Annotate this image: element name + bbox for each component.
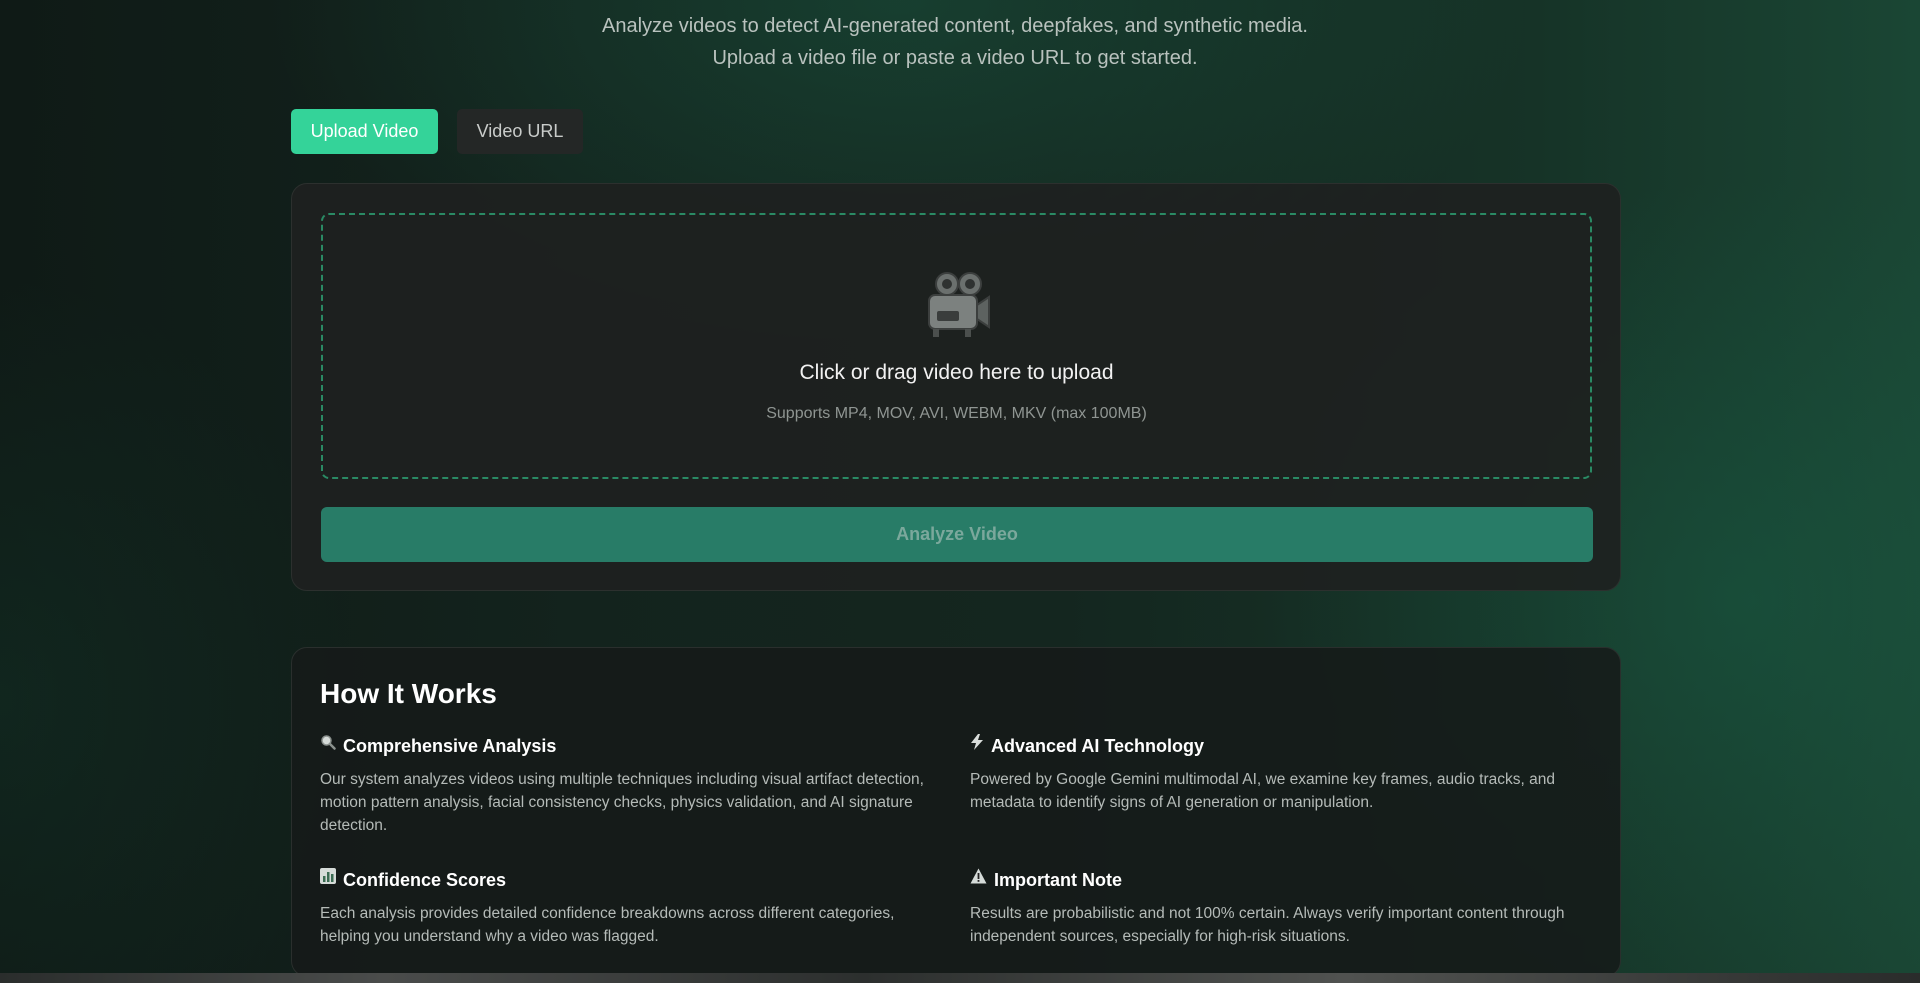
lightning-icon bbox=[970, 734, 984, 758]
magnifier-icon bbox=[320, 734, 336, 758]
feature-title: Comprehensive Analysis bbox=[343, 736, 557, 756]
feature-description: Our system analyzes videos using multipl… bbox=[320, 771, 924, 834]
subtitle-line-1: Analyze videos to detect AI-generated co… bbox=[601, 15, 1308, 37]
upload-card: Click or drag video here to upload Suppo… bbox=[291, 183, 1621, 591]
tab-upload-video[interactable]: Upload Video bbox=[291, 109, 438, 154]
background-image-strip bbox=[0, 973, 1920, 983]
feature-important-note: Important Note Results are probabilistic… bbox=[970, 868, 1595, 948]
page-subtitle: Analyze videos to detect AI-generated co… bbox=[0, 10, 1910, 74]
feature-description: Powered by Google Gemini multimodal AI, … bbox=[970, 771, 1555, 811]
analyze-video-button[interactable]: Analyze Video bbox=[321, 507, 1593, 562]
movie-camera-icon bbox=[323, 267, 1590, 353]
feature-title: Confidence Scores bbox=[343, 870, 507, 890]
feature-heading: Important Note bbox=[970, 868, 1595, 892]
feature-advanced-ai-technology: Advanced AI Technology Powered by Google… bbox=[970, 734, 1595, 814]
how-it-works-card: How It Works Comprehensive Analysis Our … bbox=[291, 647, 1621, 977]
feature-comprehensive-analysis: Comprehensive Analysis Our system analyz… bbox=[320, 734, 945, 837]
feature-heading: Confidence Scores bbox=[320, 868, 945, 892]
how-it-works-title: How It Works bbox=[320, 678, 497, 709]
feature-description: Each analysis provides detailed confiden… bbox=[320, 905, 895, 945]
feature-description: Results are probabilistic and not 100% c… bbox=[970, 905, 1565, 945]
bar-chart-icon bbox=[320, 868, 336, 892]
video-dropzone[interactable]: Click or drag video here to upload Suppo… bbox=[321, 213, 1592, 479]
feature-heading: Advanced AI Technology bbox=[970, 734, 1595, 758]
dropzone-title: Click or drag video here to upload bbox=[799, 361, 1114, 384]
dropzone-supported-formats: Supports MP4, MOV, AVI, WEBM, MKV (max 1… bbox=[766, 405, 1147, 422]
feature-title: Advanced AI Technology bbox=[991, 736, 1205, 756]
tab-video-url[interactable]: Video URL bbox=[457, 109, 583, 154]
input-mode-tabs: Upload Video Video URL bbox=[291, 109, 583, 154]
feature-heading: Comprehensive Analysis bbox=[320, 734, 945, 758]
subtitle-line-2: Upload a video file or paste a video URL… bbox=[712, 47, 1198, 69]
feature-title: Important Note bbox=[994, 870, 1122, 890]
feature-confidence-scores: Confidence Scores Each analysis provides… bbox=[320, 868, 945, 948]
warning-icon bbox=[970, 868, 987, 892]
